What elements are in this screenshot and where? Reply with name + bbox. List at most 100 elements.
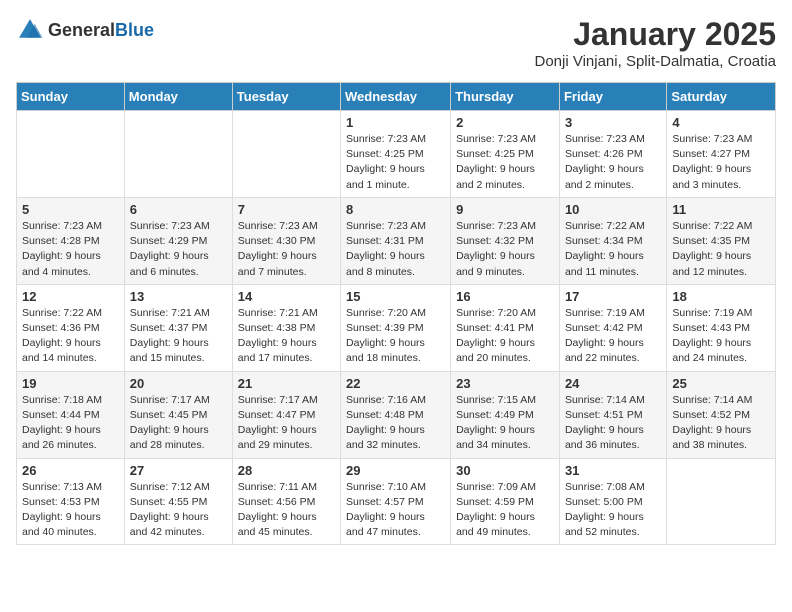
day-info: Sunrise: 7:23 AM Sunset: 4:26 PM Dayligh… xyxy=(565,132,661,193)
day-info: Sunrise: 7:10 AM Sunset: 4:57 PM Dayligh… xyxy=(346,480,445,541)
day-number: 4 xyxy=(672,115,770,130)
day-info: Sunrise: 7:23 AM Sunset: 4:29 PM Dayligh… xyxy=(130,219,227,280)
week-row-5: 26 Sunrise: 7:13 AM Sunset: 4:53 PM Dayli… xyxy=(17,458,776,545)
day-cell: 15 Sunrise: 7:20 AM Sunset: 4:39 PM Dayli… xyxy=(341,284,451,371)
title-block: January 2025 Donji Vinjani, Split-Dalmat… xyxy=(535,16,777,70)
day-cell: 8 Sunrise: 7:23 AM Sunset: 4:31 PM Daylig… xyxy=(341,197,451,284)
day-cell: 16 Sunrise: 7:20 AM Sunset: 4:41 PM Dayli… xyxy=(451,284,560,371)
day-number: 17 xyxy=(565,289,661,304)
day-info: Sunrise: 7:18 AM Sunset: 4:44 PM Dayligh… xyxy=(22,393,119,454)
day-info: Sunrise: 7:17 AM Sunset: 4:45 PM Dayligh… xyxy=(130,393,227,454)
day-info: Sunrise: 7:19 AM Sunset: 4:42 PM Dayligh… xyxy=(565,306,661,367)
day-cell: 7 Sunrise: 7:23 AM Sunset: 4:30 PM Daylig… xyxy=(232,197,340,284)
week-row-4: 19Sunrise: 7:18 AM Sunset: 4:44 PM Dayli… xyxy=(17,371,776,458)
day-number: 13 xyxy=(130,289,227,304)
day-cell: 21Sunrise: 7:17 AM Sunset: 4:47 PM Dayli… xyxy=(232,371,340,458)
day-info: Sunrise: 7:23 AM Sunset: 4:25 PM Dayligh… xyxy=(346,132,445,193)
day-info: Sunrise: 7:09 AM Sunset: 4:59 PM Dayligh… xyxy=(456,480,554,541)
day-cell: 12Sunrise: 7:22 AM Sunset: 4:36 PM Dayli… xyxy=(17,284,125,371)
col-header-saturday: Saturday xyxy=(667,83,776,111)
day-number: 30 xyxy=(456,463,554,478)
day-info: Sunrise: 7:20 AM Sunset: 4:39 PM Dayligh… xyxy=(346,306,445,367)
day-cell: 13Sunrise: 7:21 AM Sunset: 4:37 PM Dayli… xyxy=(124,284,232,371)
day-number: 9 xyxy=(456,202,554,217)
day-info: Sunrise: 7:20 AM Sunset: 4:41 PM Dayligh… xyxy=(456,306,554,367)
day-number: 1 xyxy=(346,115,445,130)
day-cell: 24 Sunrise: 7:14 AM Sunset: 4:51 PM Dayli… xyxy=(559,371,666,458)
day-cell xyxy=(17,111,125,198)
calendar-title: January 2025 xyxy=(535,16,777,53)
col-header-monday: Monday xyxy=(124,83,232,111)
day-number: 25 xyxy=(672,376,770,391)
day-number: 29 xyxy=(346,463,445,478)
day-cell: 1 Sunrise: 7:23 AM Sunset: 4:25 PM Daylig… xyxy=(341,111,451,198)
day-info: Sunrise: 7:23 AM Sunset: 4:25 PM Dayligh… xyxy=(456,132,554,193)
day-info: Sunrise: 7:23 AM Sunset: 4:32 PM Dayligh… xyxy=(456,219,554,280)
day-info: Sunrise: 7:12 AM Sunset: 4:55 PM Dayligh… xyxy=(130,480,227,541)
day-cell: 22 Sunrise: 7:16 AM Sunset: 4:48 PM Dayli… xyxy=(341,371,451,458)
col-header-friday: Friday xyxy=(559,83,666,111)
day-cell: 3 Sunrise: 7:23 AM Sunset: 4:26 PM Daylig… xyxy=(559,111,666,198)
day-cell: 9 Sunrise: 7:23 AM Sunset: 4:32 PM Daylig… xyxy=(451,197,560,284)
day-info: Sunrise: 7:22 AM Sunset: 4:36 PM Dayligh… xyxy=(22,306,119,367)
day-number: 15 xyxy=(346,289,445,304)
day-info: Sunrise: 7:19 AM Sunset: 4:43 PM Dayligh… xyxy=(672,306,770,367)
day-cell: 30 Sunrise: 7:09 AM Sunset: 4:59 PM Dayli… xyxy=(451,458,560,545)
day-number: 26 xyxy=(22,463,119,478)
day-cell: 25 Sunrise: 7:14 AM Sunset: 4:52 PM Dayli… xyxy=(667,371,776,458)
day-cell: 17 Sunrise: 7:19 AM Sunset: 4:42 PM Dayli… xyxy=(559,284,666,371)
day-cell: 27Sunrise: 7:12 AM Sunset: 4:55 PM Dayli… xyxy=(124,458,232,545)
day-number: 23 xyxy=(456,376,554,391)
week-row-3: 12Sunrise: 7:22 AM Sunset: 4:36 PM Dayli… xyxy=(17,284,776,371)
day-number: 24 xyxy=(565,376,661,391)
day-number: 5 xyxy=(22,202,119,217)
logo: GeneralBlue xyxy=(16,16,154,44)
logo-icon xyxy=(16,16,44,44)
day-number: 3 xyxy=(565,115,661,130)
day-number: 8 xyxy=(346,202,445,217)
day-cell: 23 Sunrise: 7:15 AM Sunset: 4:49 PM Dayli… xyxy=(451,371,560,458)
day-cell: 26 Sunrise: 7:13 AM Sunset: 4:53 PM Dayli… xyxy=(17,458,125,545)
col-header-sunday: Sunday xyxy=(17,83,125,111)
day-info: Sunrise: 7:23 AM Sunset: 4:31 PM Dayligh… xyxy=(346,219,445,280)
day-number: 18 xyxy=(672,289,770,304)
day-cell: 4 Sunrise: 7:23 AM Sunset: 4:27 PM Daylig… xyxy=(667,111,776,198)
day-cell: 14Sunrise: 7:21 AM Sunset: 4:38 PM Dayli… xyxy=(232,284,340,371)
week-row-2: 5Sunrise: 7:23 AM Sunset: 4:28 PM Daylig… xyxy=(17,197,776,284)
day-number: 21 xyxy=(238,376,335,391)
day-info: Sunrise: 7:21 AM Sunset: 4:38 PM Dayligh… xyxy=(238,306,335,367)
logo-general: General xyxy=(48,20,115,40)
day-cell: 2Sunrise: 7:23 AM Sunset: 4:25 PM Daylig… xyxy=(451,111,560,198)
day-info: Sunrise: 7:22 AM Sunset: 4:35 PM Dayligh… xyxy=(672,219,770,280)
col-header-tuesday: Tuesday xyxy=(232,83,340,111)
day-cell: 6 Sunrise: 7:23 AM Sunset: 4:29 PM Daylig… xyxy=(124,197,232,284)
day-number: 16 xyxy=(456,289,554,304)
day-number: 7 xyxy=(238,202,335,217)
day-info: Sunrise: 7:08 AM Sunset: 5:00 PM Dayligh… xyxy=(565,480,661,541)
day-cell: 31 Sunrise: 7:08 AM Sunset: 5:00 PM Dayli… xyxy=(559,458,666,545)
day-info: Sunrise: 7:14 AM Sunset: 4:52 PM Dayligh… xyxy=(672,393,770,454)
day-number: 6 xyxy=(130,202,227,217)
day-info: Sunrise: 7:13 AM Sunset: 4:53 PM Dayligh… xyxy=(22,480,119,541)
day-info: Sunrise: 7:14 AM Sunset: 4:51 PM Dayligh… xyxy=(565,393,661,454)
day-info: Sunrise: 7:15 AM Sunset: 4:49 PM Dayligh… xyxy=(456,393,554,454)
day-info: Sunrise: 7:11 AM Sunset: 4:56 PM Dayligh… xyxy=(238,480,335,541)
day-info: Sunrise: 7:23 AM Sunset: 4:27 PM Dayligh… xyxy=(672,132,770,193)
day-info: Sunrise: 7:22 AM Sunset: 4:34 PM Dayligh… xyxy=(565,219,661,280)
week-row-1: 1 Sunrise: 7:23 AM Sunset: 4:25 PM Daylig… xyxy=(17,111,776,198)
col-header-thursday: Thursday xyxy=(451,83,560,111)
day-info: Sunrise: 7:16 AM Sunset: 4:48 PM Dayligh… xyxy=(346,393,445,454)
day-cell xyxy=(124,111,232,198)
day-number: 31 xyxy=(565,463,661,478)
header-row: SundayMondayTuesdayWednesdayThursdayFrid… xyxy=(17,83,776,111)
day-cell: 19Sunrise: 7:18 AM Sunset: 4:44 PM Dayli… xyxy=(17,371,125,458)
day-info: Sunrise: 7:23 AM Sunset: 4:30 PM Dayligh… xyxy=(238,219,335,280)
day-number: 20 xyxy=(130,376,227,391)
day-cell: 5Sunrise: 7:23 AM Sunset: 4:28 PM Daylig… xyxy=(17,197,125,284)
col-header-wednesday: Wednesday xyxy=(341,83,451,111)
logo-blue: Blue xyxy=(115,20,154,40)
day-number: 10 xyxy=(565,202,661,217)
day-number: 22 xyxy=(346,376,445,391)
day-number: 28 xyxy=(238,463,335,478)
day-cell: 10 Sunrise: 7:22 AM Sunset: 4:34 PM Dayli… xyxy=(559,197,666,284)
